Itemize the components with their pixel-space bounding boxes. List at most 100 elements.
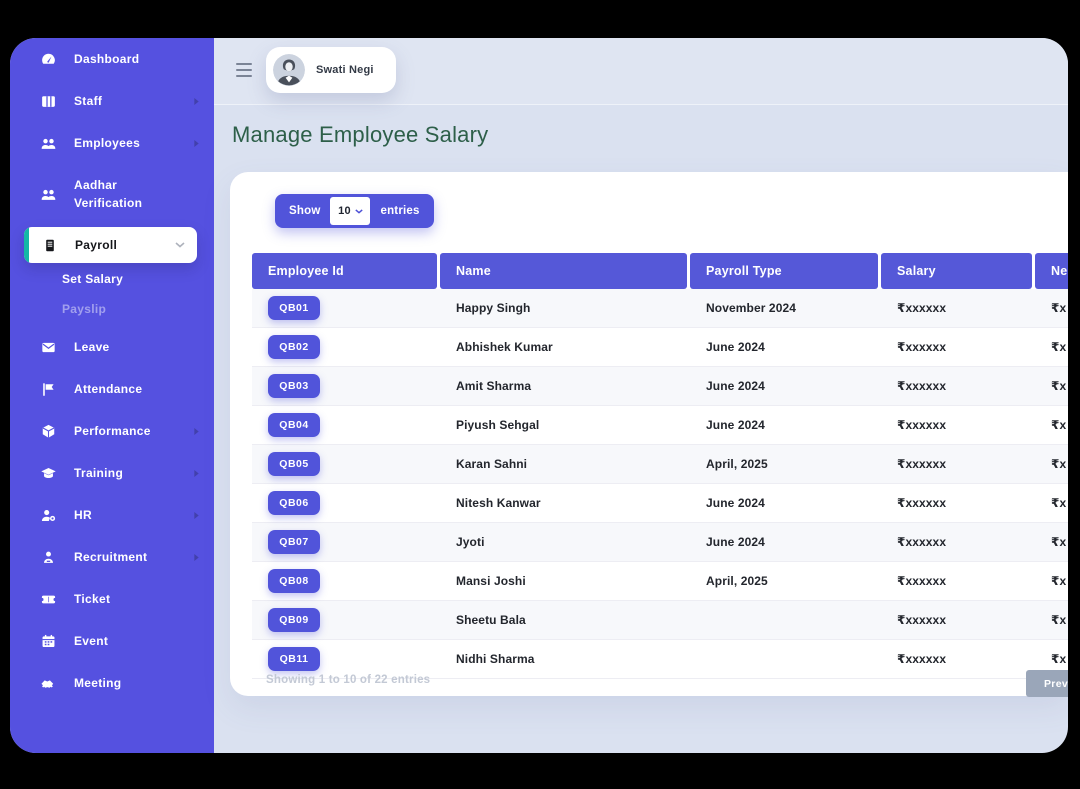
- employee-id-badge[interactable]: QB11: [268, 647, 320, 671]
- leave-icon: [40, 339, 57, 356]
- sidebar-item-label: Payroll: [75, 236, 117, 254]
- sidebar-item-label: Staff: [74, 92, 102, 110]
- salary-table: Employee IdNamePayroll TypeSalaryNe QB01…: [252, 253, 1068, 679]
- sidebar-item-attendance[interactable]: Attendance: [10, 368, 214, 410]
- employee-id-badge[interactable]: QB03: [268, 374, 320, 398]
- sidebar-item-training[interactable]: Training: [10, 452, 214, 494]
- sidebar-item-employees[interactable]: Employees: [10, 122, 214, 164]
- table-row: QB02Abhishek KumarJune 2024₹xxxxxx₹x: [252, 328, 1068, 367]
- cell-net-salary: ₹x: [1035, 652, 1068, 666]
- column-header-ne[interactable]: Ne: [1035, 253, 1068, 289]
- cell-name: Karan Sahni: [440, 457, 687, 471]
- employee-id-badge[interactable]: QB07: [268, 530, 320, 554]
- cell-payroll-type: November 2024: [690, 301, 878, 315]
- sidebar-item-staff[interactable]: Staff: [10, 80, 214, 122]
- sidebar-item-aadhar-verification[interactable]: Aadhar Verification: [10, 164, 214, 224]
- showing-entries-text: Showing 1 to 10 of 22 entries: [266, 674, 430, 686]
- sidebar-item-payslip[interactable]: Payslip: [10, 292, 214, 326]
- sidebar-item-recruitment[interactable]: Recruitment: [10, 536, 214, 578]
- sidebar-subitem-label: Payslip: [62, 300, 106, 318]
- employee-id-badge[interactable]: QB01: [268, 296, 320, 320]
- page-size-select[interactable]: 10: [330, 197, 370, 225]
- cell-name: Happy Singh: [440, 301, 687, 315]
- cell-payroll-type: June 2024: [690, 418, 878, 432]
- sidebar-item-set-salary[interactable]: Set Salary: [10, 266, 214, 292]
- training-icon: [40, 465, 57, 482]
- previous-page-button[interactable]: Prev: [1026, 670, 1068, 697]
- app-window: Dashboard Staff Employees Aadhar Verificati…: [10, 38, 1068, 753]
- sidebar-item-label: Recruitment: [74, 548, 147, 566]
- cell-name: Amit Sharma: [440, 379, 687, 393]
- cell-payroll-type: June 2024: [690, 379, 878, 393]
- sidebar-item-event[interactable]: Event: [10, 620, 214, 662]
- dashboard-icon: [40, 51, 57, 68]
- entries-label: entries: [380, 205, 419, 217]
- cell-employee-id: QB01: [252, 296, 437, 320]
- sidebar-item-meeting[interactable]: Meeting: [10, 662, 214, 704]
- column-header-salary[interactable]: Salary: [881, 253, 1032, 289]
- sidebar-item-dashboard[interactable]: Dashboard: [10, 38, 214, 80]
- cell-salary: ₹xxxxxx: [881, 652, 1032, 666]
- sidebar-item-label: Employees: [74, 134, 140, 152]
- sidebar-item-leave[interactable]: Leave: [10, 326, 214, 368]
- table-row: QB05Karan SahniApril, 2025₹xxxxxx₹x: [252, 445, 1068, 484]
- hamburger-icon[interactable]: [236, 63, 252, 77]
- staff-icon: [40, 93, 57, 110]
- cell-net-salary: ₹x: [1035, 340, 1068, 354]
- employee-id-badge[interactable]: QB05: [268, 452, 320, 476]
- employee-id-badge[interactable]: QB06: [268, 491, 320, 515]
- cell-salary: ₹xxxxxx: [881, 535, 1032, 549]
- sidebar-item-ticket[interactable]: Ticket: [10, 578, 214, 620]
- cell-salary: ₹xxxxxx: [881, 574, 1032, 588]
- cell-salary: ₹xxxxxx: [881, 379, 1032, 393]
- sidebar-item-label: Training: [74, 464, 123, 482]
- sidebar-item-performance[interactable]: Performance: [10, 410, 214, 452]
- cell-salary: ₹xxxxxx: [881, 340, 1032, 354]
- aadhar-verification-icon: [40, 186, 57, 203]
- cell-net-salary: ₹x: [1035, 301, 1068, 315]
- employee-id-badge[interactable]: QB02: [268, 335, 320, 359]
- table-header-row: Employee IdNamePayroll TypeSalaryNe: [252, 253, 1068, 289]
- sidebar-item-label: Ticket: [74, 590, 110, 608]
- sidebar: Dashboard Staff Employees Aadhar Verificati…: [10, 38, 214, 753]
- sidebar-item-label: Event: [74, 632, 108, 650]
- table-row: QB08Mansi JoshiApril, 2025₹xxxxxx₹x: [252, 562, 1068, 601]
- chevron-down-icon: [355, 209, 363, 214]
- cell-payroll-type: April, 2025: [690, 457, 878, 471]
- employees-icon: [40, 135, 57, 152]
- sidebar-item-hr[interactable]: HR: [10, 494, 214, 536]
- cell-net-salary: ₹x: [1035, 496, 1068, 510]
- column-header-employee-id[interactable]: Employee Id: [252, 253, 437, 289]
- show-label: Show: [289, 205, 320, 217]
- user-chip[interactable]: Swati Negi: [266, 47, 396, 93]
- hr-icon: [40, 507, 57, 524]
- cell-employee-id: QB08: [252, 569, 437, 593]
- content-card: Show 10 entries Employee IdNamePayroll T…: [230, 172, 1068, 696]
- sidebar-item-label: Performance: [74, 422, 151, 440]
- employee-id-badge[interactable]: QB04: [268, 413, 320, 437]
- sidebar-item-label: Dashboard: [74, 50, 139, 68]
- attendance-icon: [40, 381, 57, 398]
- table-body: QB01Happy SinghNovember 2024₹xxxxxx₹xQB0…: [252, 289, 1068, 679]
- cell-name: Jyoti: [440, 535, 687, 549]
- chevron-right-icon: [193, 97, 200, 106]
- cell-payroll-type: June 2024: [690, 496, 878, 510]
- event-icon: [40, 633, 57, 650]
- cell-salary: ₹xxxxxx: [881, 301, 1032, 315]
- cell-name: Abhishek Kumar: [440, 340, 687, 354]
- ticket-icon: [40, 591, 57, 608]
- sidebar-item-label: Aadhar Verification: [74, 176, 166, 212]
- cell-employee-id: QB06: [252, 491, 437, 515]
- column-header-name[interactable]: Name: [440, 253, 687, 289]
- sidebar-item-payroll[interactable]: Payroll: [10, 224, 214, 266]
- main-area: Swati Negi Manage Employee Salary Show 1…: [214, 38, 1068, 753]
- table-row: QB06Nitesh KanwarJune 2024₹xxxxxx₹x: [252, 484, 1068, 523]
- user-name: Swati Negi: [316, 64, 374, 76]
- employee-id-badge[interactable]: QB09: [268, 608, 320, 632]
- column-header-payroll-type[interactable]: Payroll Type: [690, 253, 878, 289]
- recruitment-icon: [40, 549, 57, 566]
- cell-payroll-type: June 2024: [690, 535, 878, 549]
- table-row: QB04Piyush SehgalJune 2024₹xxxxxx₹x: [252, 406, 1068, 445]
- employee-id-badge[interactable]: QB08: [268, 569, 320, 593]
- cell-employee-id: QB11: [252, 647, 437, 671]
